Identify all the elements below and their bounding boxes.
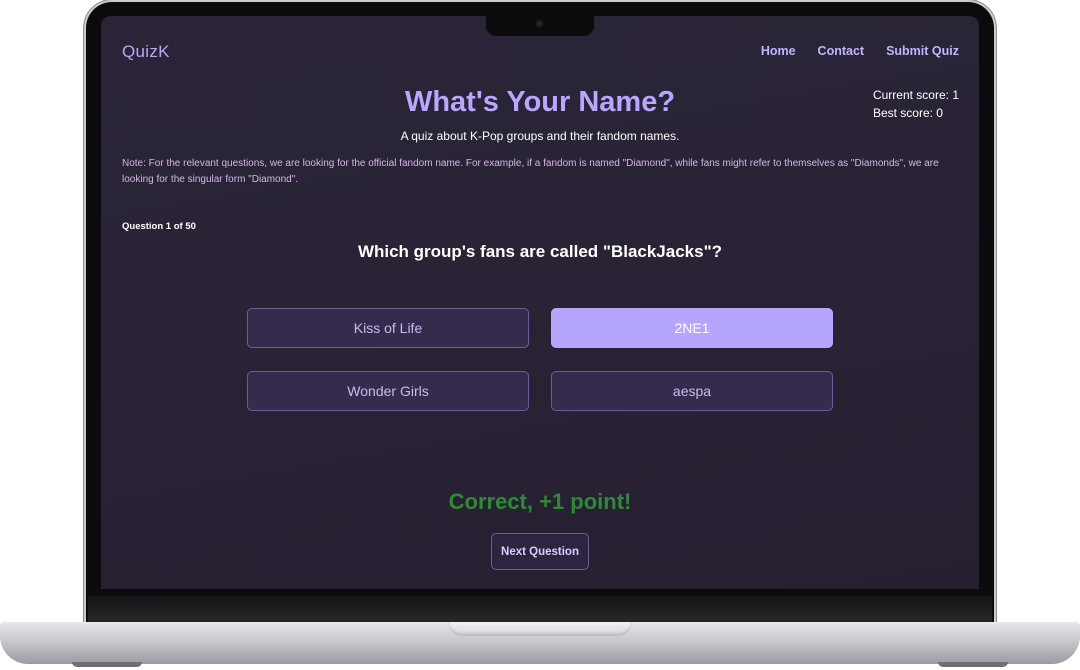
quiz-app: QuizK Home Contact Submit Quiz Current s… <box>101 16 979 589</box>
top-nav: Home Contact Submit Quiz <box>761 44 959 58</box>
question-text: Which group's fans are called "BlackJack… <box>357 242 723 261</box>
answer-grid: Kiss of Life 2NE1 Wonder Girls aespa <box>247 308 833 411</box>
nav-home-link[interactable]: Home <box>761 44 796 58</box>
laptop-base-groove <box>448 622 632 636</box>
answer-feedback: Correct, +1 point! <box>448 489 632 514</box>
answer-option[interactable]: Kiss of Life <box>247 308 529 348</box>
nav-contact-link[interactable]: Contact <box>818 44 865 58</box>
answer-option[interactable]: Wonder Girls <box>247 371 529 411</box>
laptop-hinge <box>88 596 992 622</box>
quiz-note: Note: For the relevant questions, we are… <box>122 158 939 185</box>
camera-icon <box>535 19 544 28</box>
laptop-foot-right <box>938 662 1008 667</box>
page-subtitle: A quiz about K-Pop groups and their fand… <box>400 129 680 143</box>
nav-submit-quiz-link[interactable]: Submit Quiz <box>886 44 959 58</box>
answer-option-selected[interactable]: 2NE1 <box>551 308 833 348</box>
site-logo[interactable]: QuizK <box>122 42 170 62</box>
laptop-foot-left <box>72 662 142 667</box>
question-counter: Question 1 of 50 <box>122 221 196 232</box>
next-question-button[interactable]: Next Question <box>491 533 589 570</box>
laptop-screen: QuizK Home Contact Submit Quiz Current s… <box>101 16 979 589</box>
page-title: What's Your Name? <box>404 86 676 118</box>
answer-option[interactable]: aespa <box>551 371 833 411</box>
